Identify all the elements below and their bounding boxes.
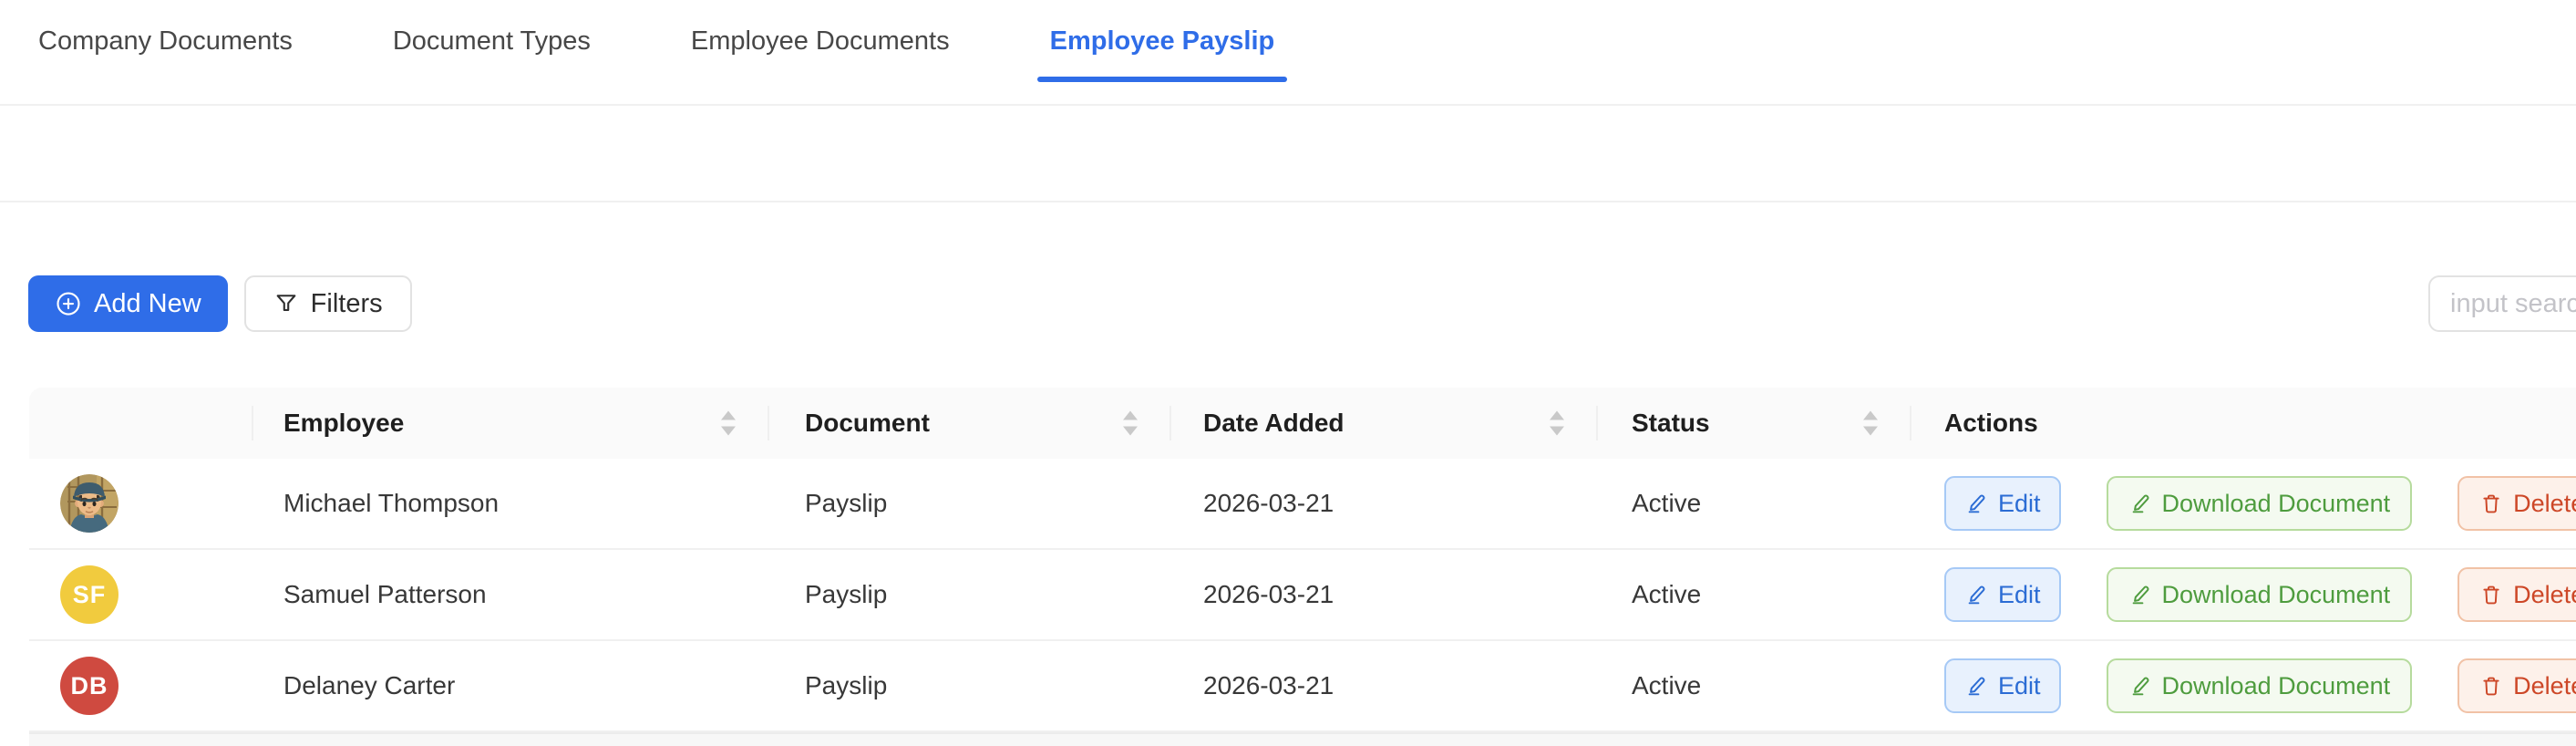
download-document-button[interactable]: Download Document [2106, 476, 2413, 531]
employee-name: Michael Thompson [283, 489, 500, 517]
download-document-button[interactable]: Download Document [2106, 658, 2413, 713]
tab-employee-documents[interactable]: Employee Documents [678, 0, 963, 82]
date-added: 2026-03-21 [1203, 671, 1334, 699]
edit-pen-icon [1964, 674, 1988, 698]
header-label: Document [805, 409, 930, 437]
trash-icon [2479, 674, 2503, 698]
edit-button[interactable]: Edit [1944, 476, 2061, 531]
employee-avatar-initials: SF [60, 565, 118, 624]
tab-document-types[interactable]: Document Types [380, 0, 603, 82]
tab-company-documents[interactable]: Company Documents [26, 0, 305, 82]
add-new-button[interactable]: Add New [28, 275, 228, 332]
plus-circle-icon [55, 290, 82, 317]
edit-label: Edit [1998, 489, 2041, 517]
tab-label: Company Documents [38, 26, 293, 56]
add-new-label: Add New [94, 288, 201, 318]
header-cell-actions: Actions [1911, 388, 2576, 459]
download-label: Download Document [2161, 580, 2391, 608]
header-cell-employee[interactable]: Employee [253, 388, 769, 459]
download-label: Download Document [2161, 671, 2391, 699]
delete-button[interactable]: Delete [2458, 658, 2576, 713]
edit-pen-icon [1964, 492, 1988, 515]
download-document-button[interactable]: Download Document [2106, 567, 2413, 622]
header-cell-document[interactable]: Document [769, 388, 1171, 459]
status-text: Active [1632, 489, 1702, 517]
header-label: Employee [283, 409, 405, 437]
edit-button[interactable]: Edit [1944, 658, 2061, 713]
edit-label: Edit [1998, 671, 2041, 699]
edit-pen-icon [1964, 583, 1988, 606]
section-divider [0, 106, 2576, 202]
page: Company Documents Document Types Employe… [0, 0, 2576, 746]
search-input[interactable] [2428, 275, 2576, 332]
toolbar: Add New Filters [0, 275, 2576, 332]
document-type: Payslip [805, 671, 888, 699]
document-type: Payslip [805, 489, 888, 517]
trash-icon [2479, 492, 2503, 515]
employee-avatar-photo [60, 474, 118, 533]
sort-icon[interactable] [720, 410, 737, 437]
next-row-peek [29, 732, 2576, 746]
status-text: Active [1632, 671, 1702, 699]
download-pen-icon [2128, 674, 2152, 698]
edit-label: Edit [1998, 580, 2041, 608]
header-cell-avatar [29, 388, 253, 459]
tabs-nav: Company Documents Document Types Employe… [0, 0, 2576, 82]
employee-avatar-initials: DB [60, 657, 118, 715]
tab-label: Employee Documents [690, 26, 950, 56]
trash-icon [2479, 583, 2503, 606]
filters-button[interactable]: Filters [243, 275, 412, 332]
download-pen-icon [2128, 492, 2152, 515]
header-label: Actions [1944, 409, 2038, 437]
tab-employee-payslip[interactable]: Employee Payslip [1036, 0, 1288, 82]
table-header-row: Employee Document Date Added Status Acti… [29, 388, 2576, 459]
download-label: Download Document [2161, 489, 2391, 517]
header-cell-status[interactable]: Status [1598, 388, 1911, 459]
date-added: 2026-03-21 [1203, 580, 1334, 608]
delete-button[interactable]: Delete [2458, 567, 2576, 622]
filter-funnel-icon [273, 291, 299, 316]
header-label: Date Added [1203, 409, 1345, 437]
edit-button[interactable]: Edit [1944, 567, 2061, 622]
employee-name: Delaney Carter [283, 671, 456, 699]
delete-button[interactable]: Delete [2458, 476, 2576, 531]
status-text: Active [1632, 580, 1702, 608]
table-row: SF Samuel Patterson Payslip 2026-03-21 A… [29, 550, 2576, 641]
delete-label: Delete [2513, 580, 2576, 608]
table-row: Michael Thompson Payslip 2026-03-21 Acti… [29, 459, 2576, 550]
employee-name: Samuel Patterson [283, 580, 487, 608]
delete-label: Delete [2513, 489, 2576, 517]
tab-label: Document Types [392, 26, 591, 56]
filters-label: Filters [310, 288, 383, 318]
header-cell-date-added[interactable]: Date Added [1171, 388, 1598, 459]
payslip-table: Employee Document Date Added Status Acti… [29, 388, 2576, 732]
sort-icon[interactable] [1862, 410, 1879, 437]
tab-label: Employee Payslip [1049, 26, 1275, 56]
date-added: 2026-03-21 [1203, 489, 1334, 517]
delete-label: Delete [2513, 671, 2576, 699]
sort-icon[interactable] [1549, 410, 1565, 437]
document-type: Payslip [805, 580, 888, 608]
tab-bar: Company Documents Document Types Employe… [0, 0, 2576, 106]
sort-icon[interactable] [1122, 410, 1139, 437]
header-label: Status [1632, 409, 1710, 437]
table-row: DB Delaney Carter Payslip 2026-03-21 Act… [29, 641, 2576, 732]
download-pen-icon [2128, 583, 2152, 606]
